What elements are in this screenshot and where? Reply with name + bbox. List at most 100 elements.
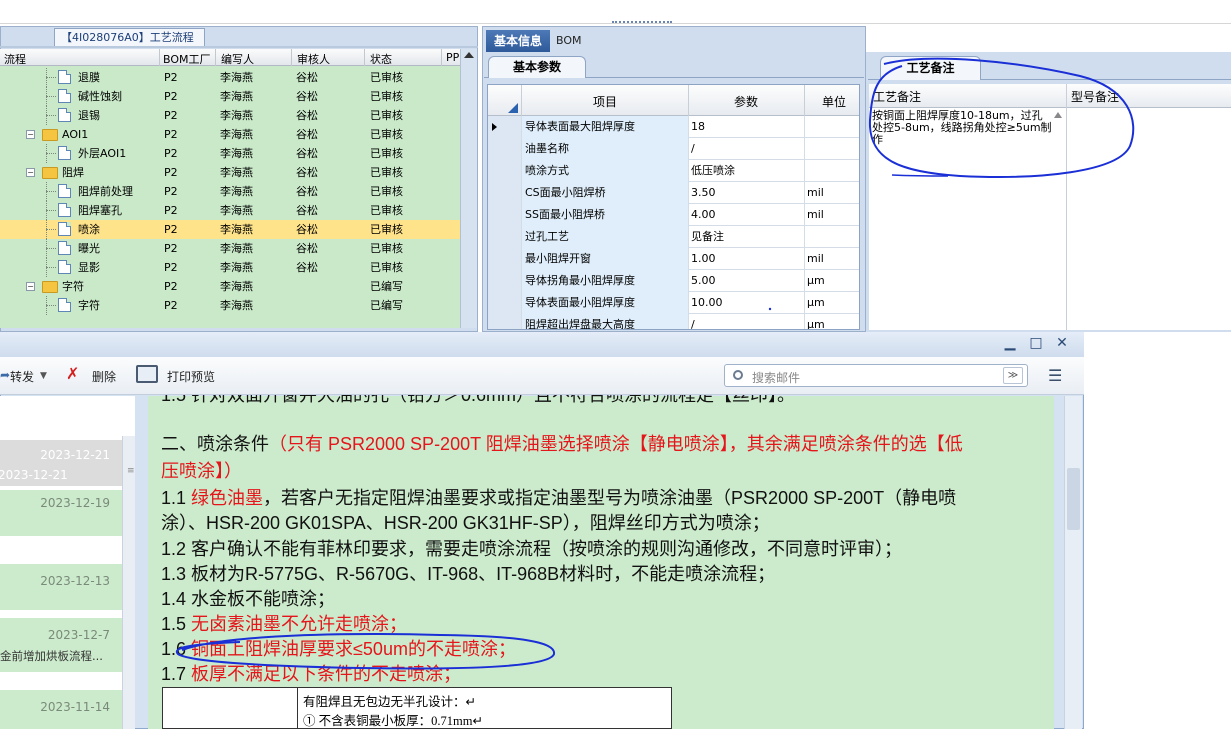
scroll-thumb[interactable]	[1067, 468, 1080, 530]
printer-icon[interactable]	[136, 365, 158, 383]
row-header[interactable]	[488, 248, 521, 270]
item-red-text: 绿色油墨	[191, 488, 264, 508]
tree-row[interactable]: 阻焊塞孔 P2 李海燕 谷松 已审核	[0, 201, 460, 220]
param-value[interactable]: 低压喷涂	[688, 160, 804, 182]
remark-scroll-up-icon[interactable]	[1054, 112, 1062, 118]
col-header-writer[interactable]: 编写人	[221, 51, 254, 67]
process-remark-text[interactable]: 按铜面上阻焊厚度10-18um，过孔处控5-8um，线路拐角处控≥5um制作	[872, 110, 1052, 146]
row-header[interactable]	[488, 182, 521, 204]
tab-bom[interactable]: BOM	[556, 30, 590, 52]
close-icon[interactable]: ✕	[1052, 335, 1072, 351]
param-row[interactable]: CS面最小阻焊桥 3.50 mil	[488, 182, 859, 204]
col-header-flow[interactable]: 流程	[4, 51, 26, 67]
menu-icon[interactable]: ☰	[1048, 366, 1062, 385]
item-1-7: 1.7 板厚不满足以下条件的不走喷涂；	[161, 662, 461, 687]
tab-process-remarks[interactable]: 工艺备注	[880, 56, 981, 80]
tree-row-writer: 李海燕	[220, 280, 253, 293]
item-number: 1.7	[161, 664, 187, 684]
param-row[interactable]: 喷涂方式 低压喷涂	[488, 160, 859, 182]
tree-row-status: 已审核	[370, 166, 403, 179]
delete-icon[interactable]: ✗	[66, 364, 79, 383]
row-header[interactable]	[488, 314, 521, 329]
param-value[interactable]: 4.00	[688, 204, 804, 226]
tree-row[interactable]: 阻焊前处理 P2 李海燕 谷松 已审核	[0, 182, 460, 201]
delete-button[interactable]: 删除	[92, 368, 116, 385]
param-row[interactable]: 导体表面最大阻焊厚度 18	[488, 116, 859, 138]
col-header-reviewer[interactable]: 审核人	[297, 51, 330, 67]
tree-row-name: 阻焊	[62, 166, 84, 179]
scroll-up-icon[interactable]	[464, 52, 474, 58]
forward-button[interactable]: 转发	[10, 368, 34, 385]
collapse-icon[interactable]: −	[26, 282, 35, 291]
param-row[interactable]: 阻焊超出焊盘最大高度 / μm	[488, 314, 859, 329]
row-header[interactable]	[488, 204, 521, 226]
tree-row[interactable]: − AOI1 P2 李海燕 谷松 已审核	[0, 125, 460, 144]
col-header-process-remark[interactable]: 工艺备注	[873, 88, 921, 105]
row-header[interactable]	[488, 138, 521, 160]
param-row[interactable]: SS面最小阻焊桥 4.00 mil	[488, 204, 859, 226]
row-header[interactable]	[488, 116, 521, 138]
tree-row[interactable]: 退膜 P2 李海燕 谷松 已审核	[0, 68, 460, 87]
row-header[interactable]	[488, 292, 521, 314]
print-preview-button[interactable]: 打印预览	[167, 368, 215, 385]
collapse-icon[interactable]: −	[26, 130, 35, 139]
select-all-icon[interactable]	[508, 103, 518, 113]
param-value[interactable]: 5.00	[688, 270, 804, 292]
param-value[interactable]: 1.00	[688, 248, 804, 270]
tree-row[interactable]: − 阻焊 P2 李海燕 谷松 已审核	[0, 163, 460, 182]
tab-basic-info[interactable]: 基本信息	[486, 30, 550, 52]
content-scrollbar[interactable]	[1064, 396, 1082, 729]
param-row[interactable]: 油墨名称 /	[488, 138, 859, 160]
tree-row[interactable]: 显影 P2 李海燕 谷松 已审核	[0, 258, 460, 277]
param-value[interactable]: 见备注	[688, 226, 804, 248]
col-header-param[interactable]: 参数	[734, 93, 758, 110]
item-1-1: 1.1 绿色油墨，若客户无指定阻焊油墨要求或指定油墨型号为喷涂油墨（PSR200…	[161, 486, 956, 511]
param-row[interactable]: 最小阻焊开窗 1.00 mil	[488, 248, 859, 270]
col-header-unit[interactable]: 单位	[822, 93, 846, 110]
tree-row[interactable]: 曝光 P2 李海燕 谷松 已审核	[0, 239, 460, 258]
col-header-bom[interactable]: BOM工厂	[163, 51, 211, 67]
list-item[interactable]: 2023-12-7 金前增加烘板流程...	[0, 618, 122, 672]
tree-row-reviewer: 谷松	[296, 185, 318, 198]
col-header-status[interactable]: 状态	[370, 51, 392, 67]
param-value[interactable]: /	[688, 314, 804, 329]
collapse-icon[interactable]: −	[26, 168, 35, 177]
list-item[interactable]: 2023-12-19	[0, 490, 122, 536]
param-value[interactable]: /	[688, 138, 804, 160]
tab-basic-params[interactable]: 基本参数	[488, 56, 586, 78]
row-header[interactable]	[488, 160, 521, 182]
maximize-icon[interactable]: □	[1026, 335, 1046, 351]
list-item[interactable]: 2023-11-14	[0, 690, 122, 729]
tree-row-writer: 李海燕	[220, 299, 253, 312]
col-header-pp[interactable]: PP	[446, 51, 459, 64]
tree-row[interactable]: 字符 P2 李海燕 已编写	[0, 296, 460, 315]
param-row[interactable]: 导体表面最小阻焊厚度 10.00 μm	[488, 292, 859, 314]
row-header[interactable]	[488, 226, 521, 248]
item-text: ，若客户无指定阻焊油墨要求或指定油墨型号为喷涂油墨（PSR2000 SP-200…	[263, 488, 957, 508]
tree-row[interactable]: 退锡 P2 李海燕 谷松 已审核	[0, 106, 460, 125]
tree-row-status: 已审核	[370, 261, 403, 274]
row-header[interactable]	[488, 270, 521, 292]
tree-row[interactable]: − 字符 P2 李海燕 已编写	[0, 277, 460, 296]
search-options-chevron-icon[interactable]: ≫	[1003, 367, 1023, 384]
col-header-item[interactable]: 项目	[593, 93, 617, 110]
tree-row[interactable]: 喷涂 P2 李海燕 谷松 已审核	[0, 220, 460, 239]
param-value[interactable]: 18	[688, 116, 804, 138]
process-flow-title-tab[interactable]: 【4I028076A0】工艺流程	[54, 28, 205, 47]
minimize-icon[interactable]: ▁	[1000, 335, 1020, 351]
forward-dropdown-icon[interactable]: ▼	[40, 371, 47, 381]
param-value[interactable]: 3.50	[688, 182, 804, 204]
param-value[interactable]: 10.00	[688, 292, 804, 314]
tree-row[interactable]: 碱性蚀刻 P2 李海燕 谷松 已审核	[0, 87, 460, 106]
list-item[interactable]: 2023-12-13	[0, 564, 122, 610]
search-mail-input[interactable]: 搜索邮件 ≫	[724, 364, 1028, 387]
mail-list-scrollbar[interactable]: ≡	[122, 436, 135, 729]
list-item[interactable]: 2023-12-21 2023-12-21	[0, 440, 122, 486]
param-row[interactable]: 过孔工艺 见备注	[488, 226, 859, 248]
forward-arrow-icon[interactable]: ➦	[0, 368, 10, 382]
col-header-model-remark[interactable]: 型号备注	[1071, 88, 1119, 105]
tree-row[interactable]: 外层AOI1 P2 李海燕 谷松 已审核	[0, 144, 460, 163]
param-unit: mil	[804, 248, 859, 270]
param-row[interactable]: 导体拐角最小阻焊厚度 5.00 μm	[488, 270, 859, 292]
tree-scrollbar[interactable]	[460, 49, 477, 328]
